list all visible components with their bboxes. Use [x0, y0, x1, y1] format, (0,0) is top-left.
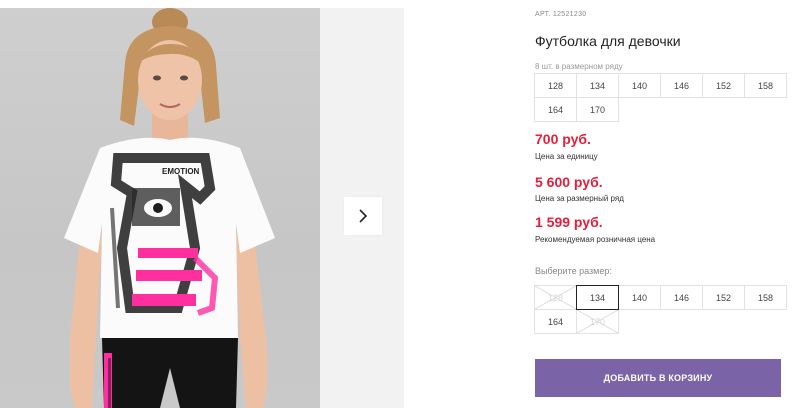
- size-option-unavailable: 128: [534, 285, 577, 310]
- size-option[interactable]: 164: [534, 309, 577, 334]
- size-row-item: 134: [576, 73, 619, 98]
- size-option-label: 128: [547, 292, 564, 303]
- unit-price: 700 руб.: [535, 131, 591, 147]
- product-gallery: EMOTION: [0, 0, 404, 408]
- add-to-cart-button[interactable]: ДОБАВИТЬ В КОРЗИНУ: [535, 359, 781, 397]
- size-row-item: 140: [618, 73, 661, 98]
- size-option[interactable]: 146: [660, 285, 703, 310]
- chevron-right-icon: [359, 209, 368, 223]
- row-price-label: Цена за размерный ряд: [535, 194, 624, 203]
- size-row-item: 128: [534, 73, 577, 98]
- size-row-item: 164: [534, 97, 577, 122]
- size-option-selected[interactable]: 134: [576, 285, 619, 310]
- size-option[interactable]: 158: [744, 285, 787, 310]
- retail-price: 1 599 руб.: [535, 214, 603, 230]
- size-row-item: 170: [576, 97, 619, 122]
- product-photo-image: EMOTION: [64, 8, 275, 408]
- next-image-button[interactable]: [344, 197, 382, 235]
- size-option[interactable]: 152: [702, 285, 745, 310]
- row-price: 5 600 руб.: [535, 174, 603, 190]
- size-row-item: 152: [702, 73, 745, 98]
- retail-price-label: Рекомендуемая розничная цена: [535, 235, 656, 244]
- choose-size-label: Выберите размер:: [535, 266, 612, 276]
- size-picker: 128 134 140 146 152 158 164 170: [534, 285, 787, 334]
- size-row-item: 158: [744, 73, 787, 98]
- product-photo[interactable]: EMOTION: [0, 8, 320, 408]
- product-title: Футболка для девочки: [535, 33, 681, 49]
- size-row-note: 8 шт. в размерном ряду: [535, 62, 623, 71]
- size-option-unavailable: 170: [576, 309, 619, 334]
- size-row-item: 146: [660, 73, 703, 98]
- size-option[interactable]: 140: [618, 285, 661, 310]
- svg-text:EMOTION: EMOTION: [162, 167, 200, 176]
- size-option-label: 170: [589, 316, 606, 327]
- size-row-grid: 128 134 140 146 152 158 164 170: [534, 73, 787, 122]
- article-number: АРТ. 12521230: [535, 11, 587, 18]
- unit-price-label: Цена за единицу: [535, 152, 598, 161]
